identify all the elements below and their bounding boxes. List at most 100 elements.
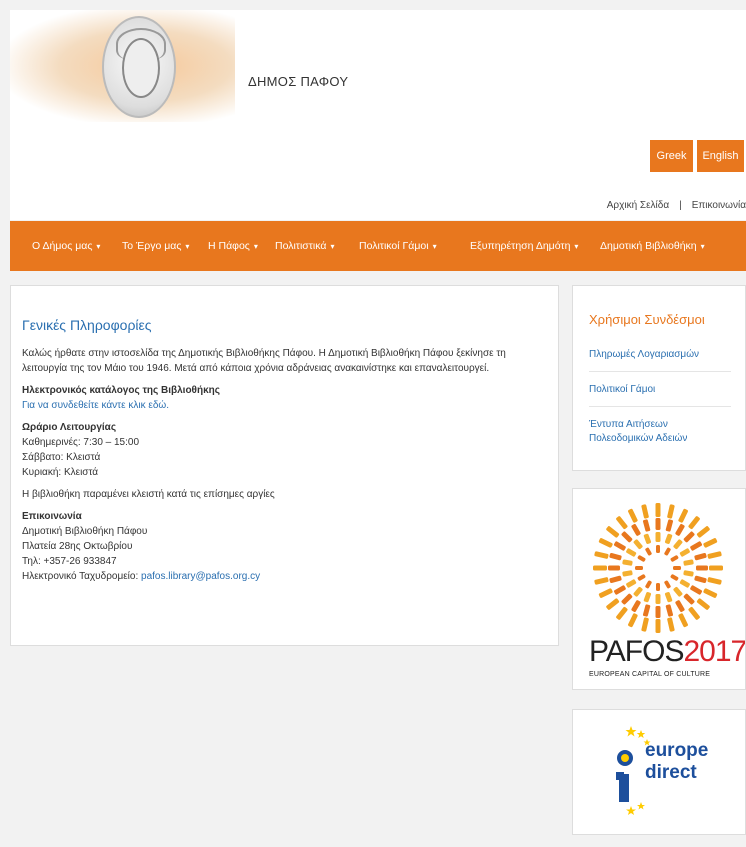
sun-ray	[613, 585, 626, 595]
sun-ray	[616, 516, 628, 530]
sun-ray	[696, 565, 708, 571]
sun-ray	[667, 504, 675, 519]
sun-ray	[593, 565, 607, 571]
sun-ray	[707, 577, 722, 585]
top-links: Αρχική Σελίδα | Επικοινωνία	[607, 200, 746, 211]
lang-english-button[interactable]: English	[697, 140, 744, 172]
sun-ray	[655, 503, 661, 517]
sun-ray	[690, 585, 703, 595]
site-header: ΔΗΜΟΣ ΠΑΦΟΥ Greek English Αρχική Σελίδα |…	[10, 10, 746, 220]
caret-down-icon: ▾	[432, 242, 437, 251]
sun-ray	[709, 565, 723, 571]
sun-ray	[673, 539, 683, 550]
sidebar-link-civil-weddings[interactable]: Πολιτικοί Γάμοι	[589, 383, 731, 397]
sun-ray	[598, 538, 613, 548]
municipality-logo[interactable]	[10, 10, 235, 122]
lang-greek-button[interactable]: Greek	[650, 140, 693, 172]
sun-ray	[606, 598, 620, 610]
sun-ray	[664, 591, 673, 603]
sun-ray	[641, 504, 649, 519]
sun-ray	[609, 575, 622, 584]
sun-ray	[670, 574, 679, 581]
sun-ray	[690, 541, 703, 551]
caret-down-icon: ▾	[700, 242, 705, 251]
sun-ray	[626, 579, 637, 588]
sun-ray	[643, 591, 652, 603]
pafos2017-banner[interactable]: PAFOS2017 EUROPEAN CAPITAL OF CULTURE	[572, 488, 746, 690]
contact-phone: Τηλ: +357-26 933847	[22, 556, 117, 567]
divider	[589, 371, 731, 372]
nav-label: Δημοτική Βιβλιοθήκη	[600, 240, 697, 252]
sun-ray	[642, 519, 651, 532]
sun-ray	[645, 580, 652, 589]
nav-item-our-work[interactable]: Το Έργο μας ▾	[122, 221, 189, 271]
sun-ray	[675, 600, 685, 613]
sidebar-link-planning-permit-forms[interactable]: Έντυπα Αιτήσεων Πολεοδομικών Αδειών	[589, 418, 731, 446]
catalog-heading: Ηλεκτρονικός κατάλογος της Βιβλιοθήκης	[22, 385, 220, 396]
sun-ray	[664, 580, 671, 589]
holidays-note: Η βιβλιοθήκη παραμένει κλειστή κατά τις …	[22, 489, 275, 500]
pafos-year: 2017	[683, 635, 746, 668]
pafos-word: PAFOS	[589, 635, 684, 668]
contact-link[interactable]: Επικοινωνία	[692, 200, 746, 211]
home-link[interactable]: Αρχική Σελίδα	[607, 200, 669, 211]
contact-email-link[interactable]: pafos.library@pafos.org.cy	[141, 571, 260, 582]
catalog-link[interactable]: Για να συνδεθείτε κάντε κλικ εδώ.	[22, 398, 547, 413]
sun-ray	[655, 606, 661, 618]
europe-word: europe	[645, 740, 709, 761]
hours-weekdays: Καθημερινές: 7:30 – 15:00	[22, 437, 140, 448]
nav-item-culture[interactable]: Πολιτιστικά ▾	[275, 221, 334, 271]
sun-ray	[694, 575, 707, 584]
sun-ray	[633, 539, 643, 550]
sun-ray	[628, 613, 638, 628]
sun-ray	[707, 551, 722, 559]
main-navbar: Ο Δήμος μας ▾ Το Έργο μας ▾ Η Πάφος ▾ Πολιτ…	[10, 221, 746, 271]
contact-heading: Επικοινωνία	[22, 511, 82, 522]
caret-down-icon: ▾	[96, 242, 101, 251]
hours-heading: Ωράριο Λειτουργίας	[22, 422, 117, 433]
sun-ray	[673, 566, 681, 570]
sun-ray	[656, 583, 660, 591]
sun-ray	[679, 579, 690, 588]
hours-sunday: Κυριακή: Κλειστά	[22, 467, 99, 478]
pafos2017-logo-text: PAFOS2017	[589, 635, 746, 668]
sun-ray	[683, 559, 694, 566]
sun-ray	[633, 586, 643, 597]
sun-ray	[613, 541, 626, 551]
sun-ray	[622, 559, 633, 566]
nav-item-civil-weddings[interactable]: Πολιτικοί Γάμοι ▾	[359, 221, 437, 271]
nav-label: Η Πάφος	[208, 240, 250, 252]
sun-ray	[637, 555, 646, 562]
sun-ray	[631, 523, 641, 536]
sun-ray	[664, 547, 671, 556]
sun-ray	[678, 613, 688, 628]
nav-item-citizen-services[interactable]: Εξυπηρέτηση Δημότη ▾	[470, 221, 578, 271]
contact-name: Δημοτική Βιβλιοθήκη Πάφου	[22, 526, 148, 537]
nav-label: Πολιτικοί Γάμοι	[359, 240, 429, 252]
sun-ray	[667, 617, 675, 632]
nav-item-pafos[interactable]: Η Πάφος ▾	[208, 221, 258, 271]
sun-ray	[626, 548, 637, 557]
sun-ray	[655, 619, 661, 633]
contact-address: Πλατεία 28ης Οκτωβρίου	[22, 541, 133, 552]
sun-ray	[609, 552, 622, 561]
hours-saturday: Σάββατο: Κλειστά	[22, 452, 101, 463]
sun-ray	[683, 570, 694, 577]
site-title: ΔΗΜΟΣ ΠΑΦΟΥ	[248, 74, 349, 89]
sun-ray	[645, 547, 652, 556]
sun-ray	[641, 617, 649, 632]
europe-direct-banner[interactable]: europe direct	[572, 709, 746, 835]
nav-label: Το Έργο μας	[122, 240, 182, 252]
sidebar-link-bill-payments[interactable]: Πληρωμές Λογαριασμών	[589, 348, 731, 362]
sun-ray	[665, 519, 674, 532]
main-content-panel: Γενικές Πληροφορίες Καλώς ήρθατε στην ισ…	[10, 285, 559, 646]
nav-item-municipal-library[interactable]: Δημοτική Βιβλιοθήκη ▾	[600, 221, 705, 271]
nav-item-our-municipality[interactable]: Ο Δήμος μας ▾	[32, 221, 100, 271]
sun-ray	[606, 526, 620, 538]
nav-label: Εξυπηρέτηση Δημότη	[470, 240, 571, 252]
sun-ray	[628, 508, 638, 523]
sun-ray	[703, 538, 718, 548]
sun-ray	[655, 594, 661, 604]
sun-ray	[694, 552, 707, 561]
sun-ray	[683, 531, 695, 543]
